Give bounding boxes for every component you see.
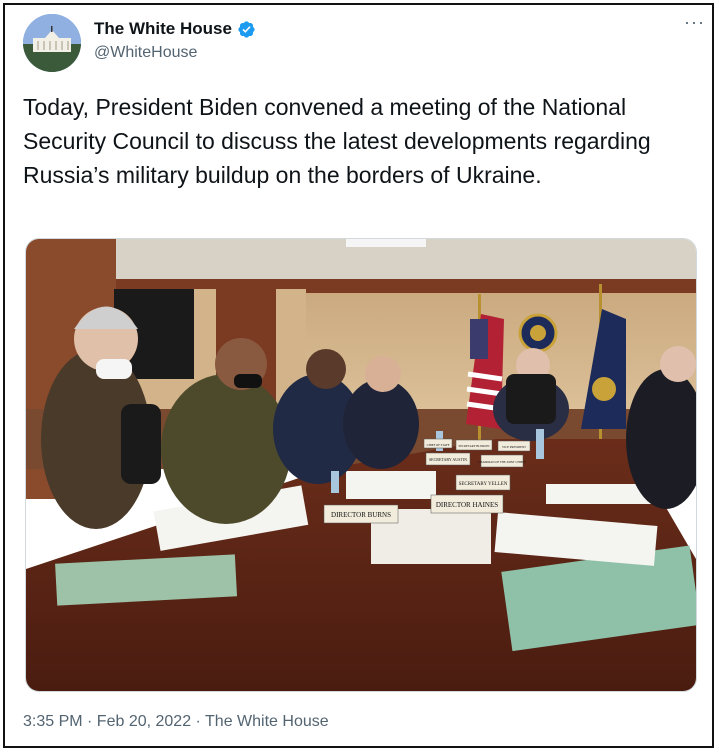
placard-secretary-austin: SECRETARY AUSTIN <box>429 457 467 462</box>
placard-secretary-yellen: SECRETARY YELLEN <box>459 482 508 487</box>
tweet-photo[interactable]: DIRECTOR BURNS DIRECTOR HAINES SECRETARY… <box>25 238 697 692</box>
placard-director-burns: DIRECTOR BURNS <box>331 511 391 519</box>
placard-secretary-blinken: SECRETARY BLINKEN <box>459 444 491 448</box>
avatar[interactable] <box>23 14 81 72</box>
author-name-row[interactable]: The White House <box>94 19 256 39</box>
placard-chief-of-staff: CHIEF OF STAFF <box>427 443 450 447</box>
display-name[interactable]: The White House <box>94 19 232 39</box>
verified-badge-icon <box>238 20 255 38</box>
handle[interactable]: @WhiteHouse <box>94 44 197 62</box>
placard-chairman: CHAIRMAN OF THE JOINT CHIEFS <box>478 460 526 464</box>
tweet-timestamp[interactable]: 3:35 PM · Feb 20, 2022 · The White House <box>23 713 329 731</box>
situation-room-photo: DIRECTOR BURNS DIRECTOR HAINES SECRETARY… <box>26 239 696 691</box>
white-house-avatar-image <box>23 14 81 72</box>
placard-vice-president: VICE PRESIDENT <box>502 445 526 449</box>
tweet-text: Today, President Biden convened a meetin… <box>23 94 651 188</box>
placard-director-haines: DIRECTOR HAINES <box>436 501 498 509</box>
more-dots-icon[interactable]: ··· <box>684 12 705 33</box>
